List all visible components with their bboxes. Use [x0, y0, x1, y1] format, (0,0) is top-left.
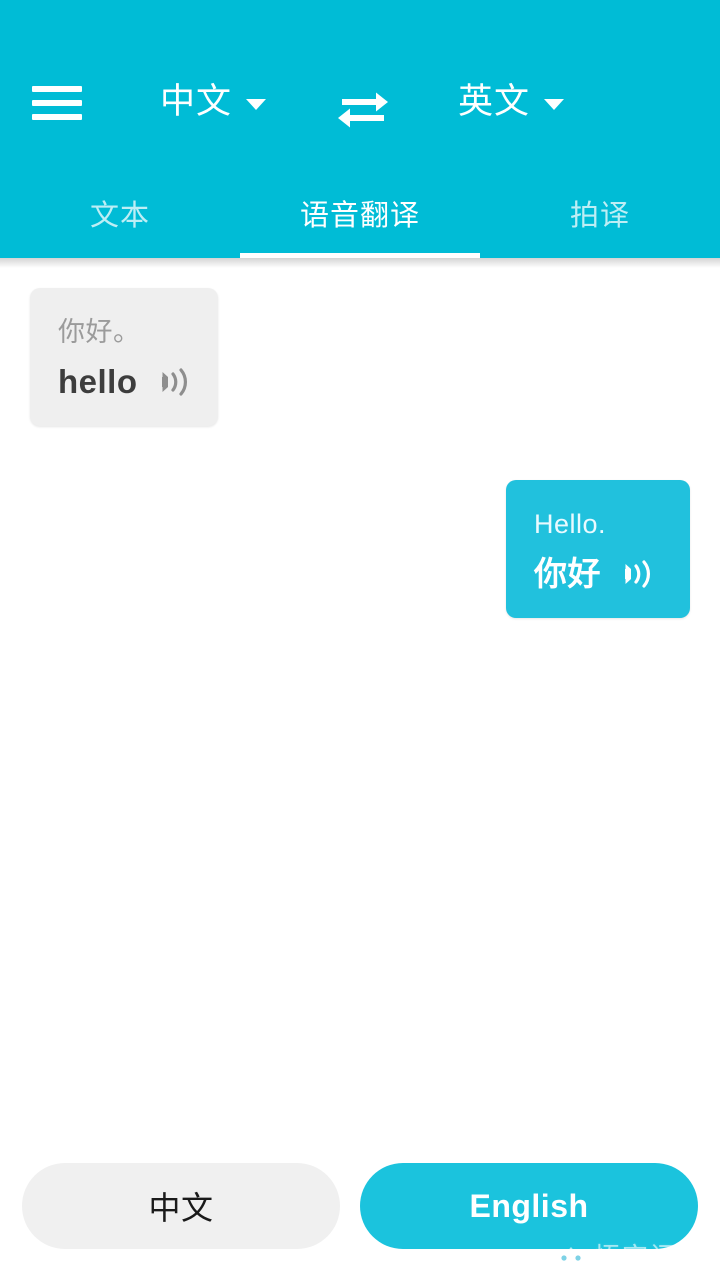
message-bubble-incoming[interactable]: 你好。 hello	[30, 288, 218, 426]
tab-photo-translate-label: 拍译	[569, 200, 630, 232]
chevron-down-icon	[544, 98, 565, 110]
hamburger-bar-2	[32, 100, 82, 106]
message-row-incoming: 你好。 hello	[30, 288, 690, 426]
tab-photo-translate[interactable]: 拍译	[480, 200, 720, 258]
target-language-label: 英文	[458, 82, 531, 121]
tab-text-label: 文本	[89, 200, 150, 232]
hamburger-menu-icon[interactable]	[32, 82, 82, 124]
swap-languages-button[interactable]	[336, 86, 390, 128]
swap-horizontal-icon	[338, 92, 388, 128]
app-header: 中文 英文 文本 语音翻译 拍译	[0, 0, 720, 258]
header-toolbar: 中文 英文	[0, 0, 720, 200]
tab-bar: 文本 语音翻译 拍译	[0, 200, 720, 258]
mic-button-chinese[interactable]: 中文	[22, 1163, 340, 1249]
volume-speaker-icon[interactable]	[158, 367, 192, 397]
tab-voice-translate[interactable]: 语音翻译	[240, 200, 480, 258]
tab-voice-translate-label: 语音翻译	[299, 200, 420, 232]
incoming-translation-row: hello	[58, 362, 192, 402]
active-tab-indicator	[240, 253, 480, 258]
incoming-source-text: 你好。	[58, 317, 141, 347]
message-bubble-outgoing[interactable]: Hello. 你好	[506, 480, 690, 618]
tab-text[interactable]: 文本	[0, 200, 240, 258]
incoming-translated-text: hello	[58, 363, 138, 400]
source-language-label: 中文	[160, 82, 233, 121]
volume-speaker-icon[interactable]	[621, 559, 655, 589]
translate-app-screen: 中文 英文 文本 语音翻译 拍译 你好。 hello Hello. 你好 中文 …	[0, 0, 720, 1280]
source-language-selector[interactable]: 中文	[160, 78, 267, 126]
outgoing-translated-text: 你好	[534, 555, 601, 592]
mic-button-english[interactable]: English	[360, 1163, 698, 1249]
target-language-selector[interactable]: 英文	[458, 78, 565, 126]
chevron-down-icon	[246, 98, 267, 110]
mic-button-bar: 中文 English 悟空问答	[0, 1160, 720, 1280]
message-row-outgoing: Hello. 你好	[30, 480, 690, 618]
outgoing-source-text: Hello.	[534, 509, 607, 539]
outgoing-translation-row: 你好	[534, 554, 666, 594]
conversation-list: 你好。 hello Hello. 你好	[0, 258, 720, 1160]
hamburger-bar-1	[32, 86, 82, 92]
hamburger-bar-3	[32, 114, 82, 120]
